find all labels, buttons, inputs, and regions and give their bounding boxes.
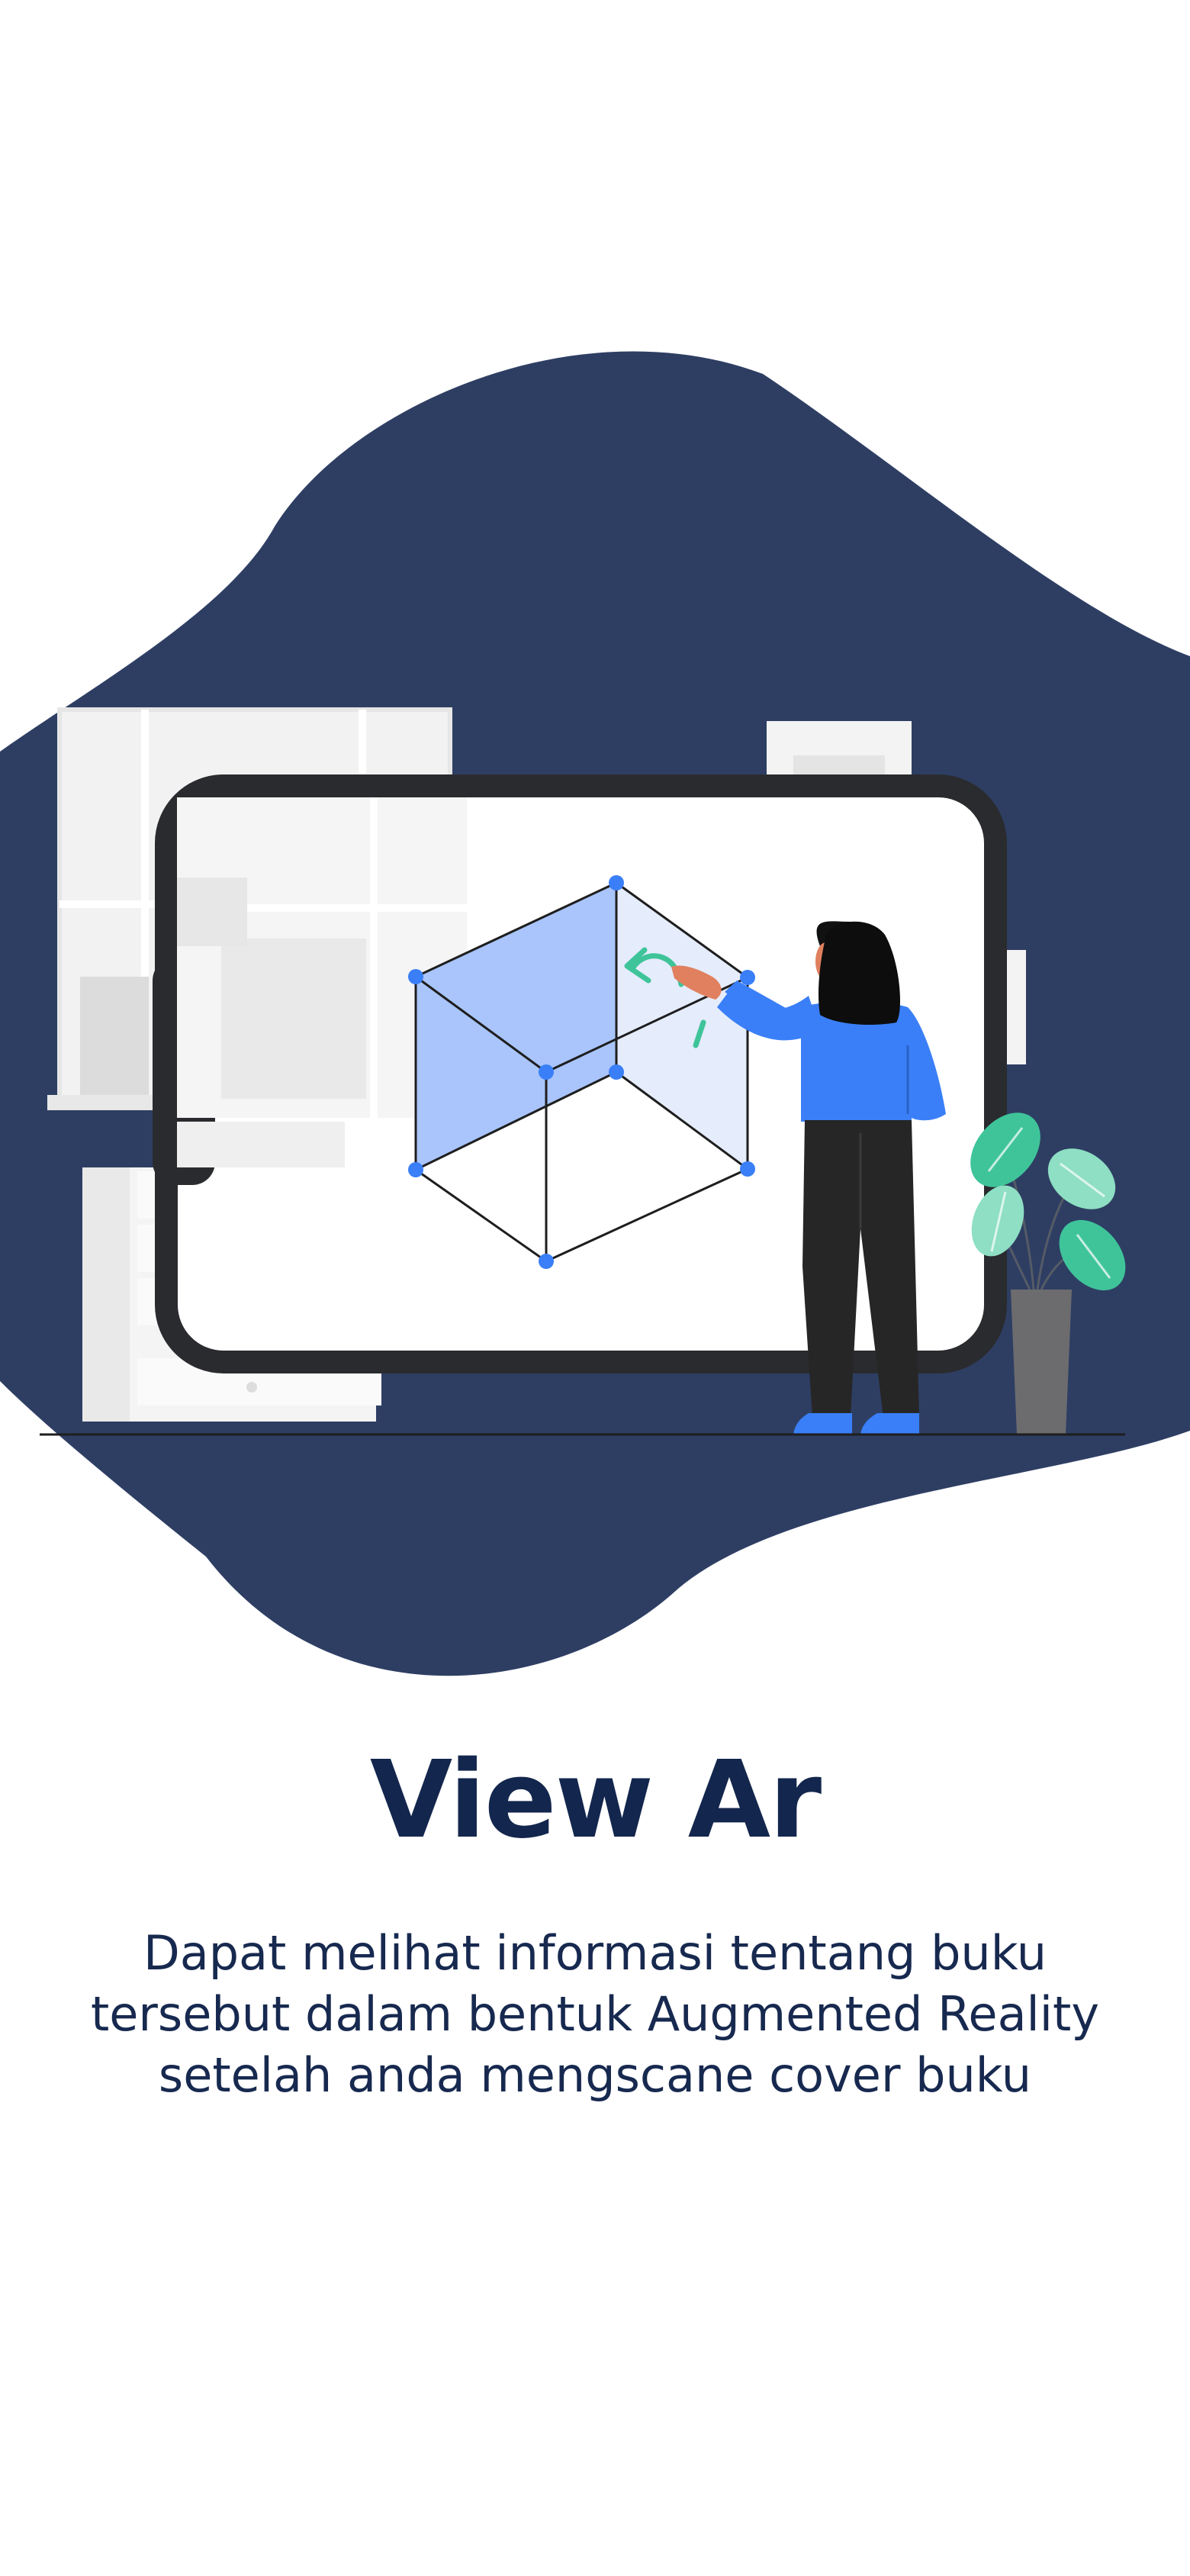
feature-description: Dapat melihat informasi tentang buku ter…	[31, 1923, 1159, 2106]
description-line: setelah anda mengscane cover buku	[158, 2047, 1032, 2103]
ar-illustration	[0, 351, 1190, 1676]
description-line: tersebut dalam bentuk Augmented Reality	[90, 1986, 1100, 2042]
page-title: View Ar	[369, 1738, 822, 1863]
description-line: Dapat melihat informasi tentang buku	[143, 1925, 1047, 1981]
